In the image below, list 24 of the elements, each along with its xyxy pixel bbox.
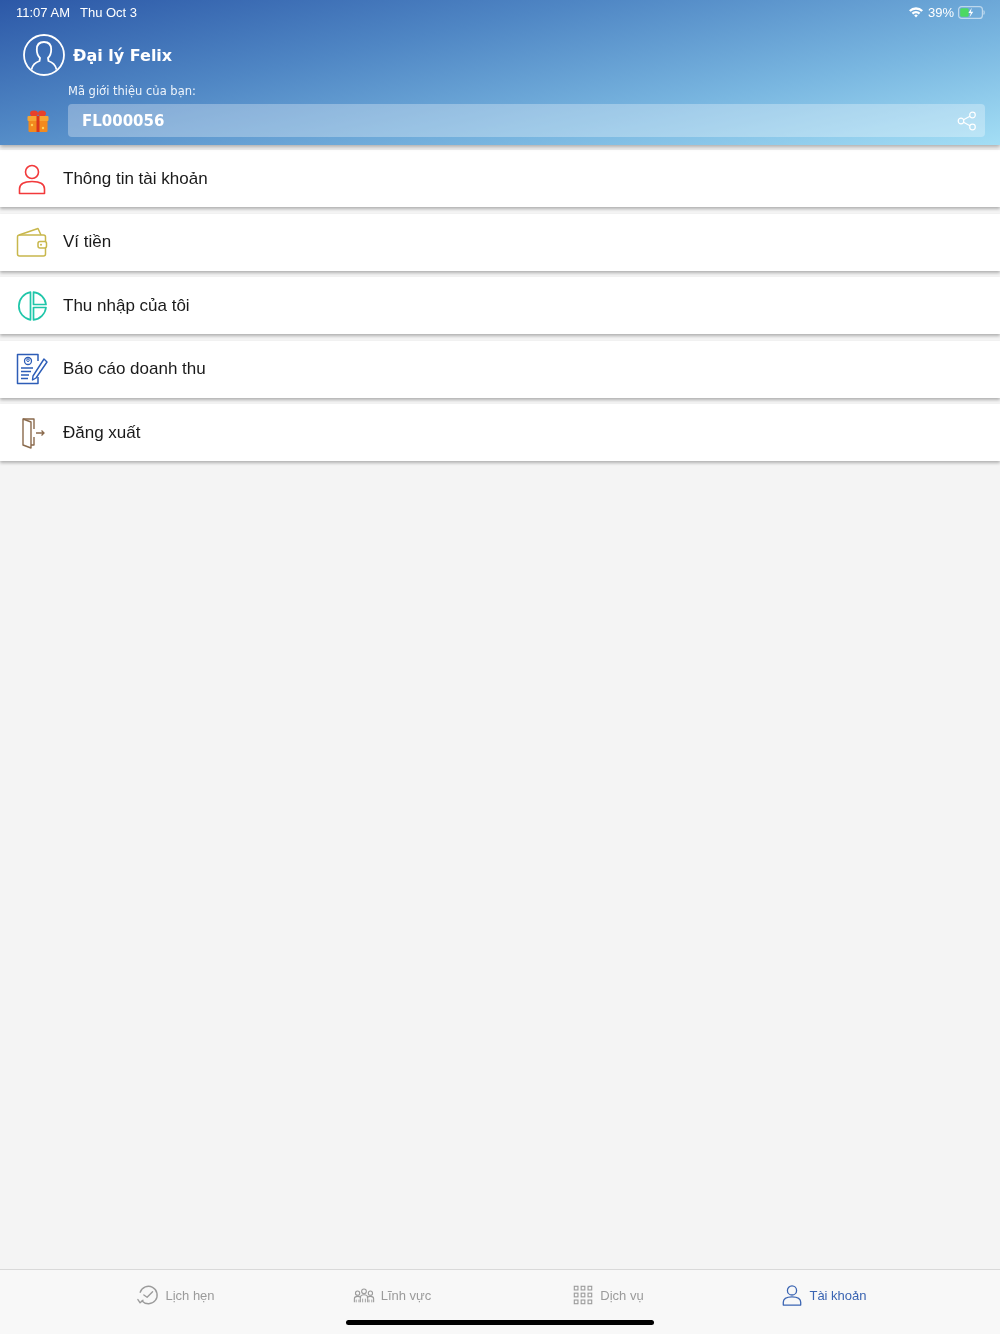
battery-percent: 39% — [927, 4, 954, 20]
referral-label: Mã giới thiệu của bạn: — [68, 84, 196, 98]
gift-icon — [26, 108, 50, 133]
referral-code: FL000056 — [82, 111, 165, 130]
report-document-icon — [16, 353, 48, 385]
clock-icon — [137, 1284, 160, 1306]
profile-name: Đại lý Felix — [73, 45, 173, 65]
menu-item[interactable]: Thông tin tài khoản — [0, 150, 1000, 207]
menu-item[interactable]: Thu nhập của tôi — [0, 277, 1000, 334]
share-icon[interactable] — [957, 110, 977, 131]
grid-icon — [572, 1284, 595, 1306]
person-icon — [781, 1284, 804, 1306]
menu-item[interactable]: Đăng xuất — [0, 404, 1000, 461]
status-time: 11:07 AM — [16, 4, 70, 20]
battery-charging-icon — [958, 5, 985, 19]
status-date: Thu Oct 3 — [79, 4, 138, 20]
menu-item[interactable]: Ví tiền — [0, 213, 1000, 271]
avatar-icon — [23, 34, 65, 76]
person-icon — [16, 162, 48, 195]
tab-item[interactable]: Tài khoản — [781, 1270, 867, 1320]
menu-item[interactable]: Báo cáo doanh thu — [0, 340, 1000, 398]
wallet-icon — [16, 226, 48, 258]
wifi-icon — [907, 6, 924, 18]
pie-chart-icon — [16, 289, 48, 322]
